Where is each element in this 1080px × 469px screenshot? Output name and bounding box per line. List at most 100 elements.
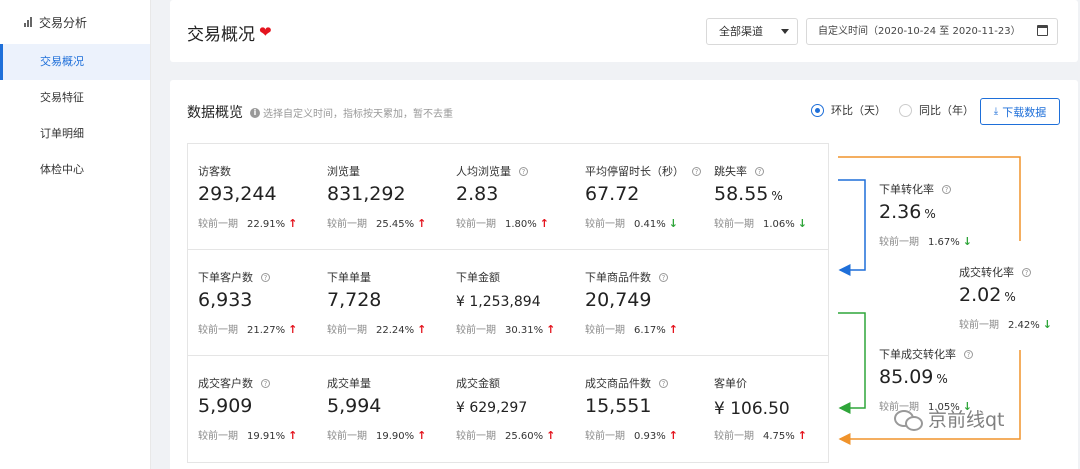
compare-percent: 0.41% <box>634 219 666 230</box>
metric-label-text: 成交商品件数 <box>585 377 651 390</box>
compare-label: 较前一期 <box>456 431 496 442</box>
metric-compare: 较前一期 25.45% ↑ <box>327 215 426 230</box>
flow-line-blue <box>838 179 866 276</box>
compare-label: 较前一期 <box>327 325 367 336</box>
info-icon: i <box>250 107 260 118</box>
metric-label-text: 浏览量 <box>327 165 360 178</box>
metric-label: 成交金额 <box>456 375 500 391</box>
compare-percent: 25.45% <box>376 219 415 230</box>
channel-select[interactable]: 全部渠道 <box>706 18 798 45</box>
trend-up-icon: ↑ <box>288 323 298 336</box>
metric-value: 2.02% <box>959 284 1016 306</box>
help-icon[interactable]: ? <box>1022 267 1031 277</box>
metric-value-text: 5,909 <box>198 395 253 417</box>
compare-label: 较前一期 <box>198 219 238 230</box>
sidebar-item-order-details[interactable]: 订单明细 <box>0 116 150 152</box>
metric-compare: 较前一期 22.24% ↑ <box>327 321 426 336</box>
compare-percent: 25.60% <box>505 431 544 442</box>
metric-value-text: 20,749 <box>585 289 652 311</box>
metric-deal-amount: 成交金额 ¥ 629,297 较前一期 25.60% ↑ <box>456 356 584 462</box>
metric-value-text: 15,551 <box>585 395 652 417</box>
date-range-picker[interactable]: 自定义时间（2020-10-24 至 2020-11-23） <box>806 18 1058 45</box>
metric-pageviews: 浏览量 831,292 较前一期 25.45% ↑ <box>327 144 455 250</box>
radio-dot-checked[interactable] <box>811 103 824 117</box>
trend-up-icon: ↑ <box>417 429 427 442</box>
sidebar-item-trade-features[interactable]: 交易特征 <box>0 80 150 116</box>
help-icon[interactable]: ? <box>659 272 668 282</box>
help-icon[interactable]: ? <box>942 184 951 194</box>
metric-label-text: 下单转化率 <box>879 183 934 196</box>
compare-percent: 2.42% <box>1008 320 1040 331</box>
metric-value-text: 5,994 <box>327 395 382 417</box>
metric-order-count: 下单单量 7,728 较前一期 22.24% ↑ <box>327 250 455 356</box>
metric-label-text: 跳失率 <box>714 165 747 178</box>
metric-value: 5,994 <box>327 395 381 417</box>
help-icon[interactable]: ? <box>519 166 528 176</box>
metric-unit: % <box>936 372 948 386</box>
metric-grid: 访客数 293,244 较前一期 22.91% ↑ 浏览量 831,292 较前一期 25.4… <box>187 143 829 463</box>
help-icon[interactable]: ? <box>261 272 270 282</box>
compare-percent: 19.91% <box>247 431 286 442</box>
metric-label: 浏览量 <box>327 163 360 179</box>
metric-unit: % <box>924 207 936 221</box>
trend-down-icon: ↓ <box>962 235 972 248</box>
compare-percent: 1.67% <box>928 237 960 248</box>
metric-label: 下单商品件数? <box>585 269 668 285</box>
trend-up-icon: ↑ <box>417 217 427 230</box>
metric-deal-count: 成交单量 5,994 较前一期 19.90% ↑ <box>327 356 455 462</box>
compare-label: 较前一期 <box>714 431 754 442</box>
compare-label: 较前一期 <box>456 219 496 230</box>
trend-down-icon: ↓ <box>668 217 678 230</box>
radio-mom[interactable]: 环比（天） <box>811 102 886 118</box>
metric-value: 20,749 <box>585 289 651 311</box>
metric-compare: 较前一期 1.67% ↓ <box>879 233 972 248</box>
metric-unit: % <box>1004 290 1016 304</box>
compare-percent: 4.75% <box>763 431 795 442</box>
compare-label: 较前一期 <box>585 431 625 442</box>
help-icon[interactable]: ? <box>755 166 764 176</box>
metric-row-orders: 下单客户数? 6,933 较前一期 21.27% ↑ 下单单量 7,728 较前一期 22.2… <box>188 250 828 356</box>
metric-compare: 较前一期 1.06% ↓ <box>714 215 807 230</box>
help-icon[interactable]: ? <box>261 378 270 388</box>
compare-percent: 6.17% <box>634 325 666 336</box>
metric-compare: 较前一期 30.31% ↑ <box>456 321 555 336</box>
metric-avg-price: 客单价 ¥ 106.50 较前一期 4.75% ↑ <box>714 356 842 462</box>
metric-label-text: 下单单量 <box>327 271 371 284</box>
help-icon[interactable]: ? <box>692 166 701 176</box>
metric-value-text: 6,933 <box>198 289 253 311</box>
metric-value: 2.36% <box>879 201 936 223</box>
metric-label: 成交商品件数? <box>585 375 668 391</box>
download-button-label: 下载数据 <box>1002 105 1047 119</box>
compare-percent: 22.91% <box>247 219 286 230</box>
metric-label: 下单客户数? <box>198 269 270 285</box>
metric-label: 跳失率? <box>714 163 764 179</box>
metric-value: 831,292 <box>327 183 406 205</box>
compare-label: 较前一期 <box>327 219 367 230</box>
metric-compare: 较前一期 1.80% ↑ <box>456 215 549 230</box>
compare-percent: 1.80% <box>505 219 537 230</box>
sidebar-header-label: 交易分析 <box>39 15 88 30</box>
watermark: 京前线qt <box>894 405 1005 432</box>
metric-value: 58.55% <box>714 183 783 205</box>
radio-yoy[interactable]: 同比（年） <box>899 102 974 118</box>
date-range-value: 自定义时间（2020-10-24 至 2020-11-23） <box>818 26 1021 37</box>
metric-compare: 较前一期 6.17% ↑ <box>585 321 678 336</box>
metric-value: 2.83 <box>456 183 498 205</box>
sidebar-item-trade-overview[interactable]: 交易概况 <box>0 44 150 80</box>
sidebar-header: 交易分析 <box>0 0 150 44</box>
sidebar-item-health-check[interactable]: 体检中心 <box>0 152 150 188</box>
metric-value: 293,244 <box>198 183 277 205</box>
radio-dot-unchecked[interactable] <box>899 103 912 117</box>
compare-label: 较前一期 <box>879 237 919 248</box>
metric-order-items: 下单商品件数? 20,749 较前一期 6.17% ↑ <box>585 250 713 356</box>
wechat-icon <box>894 408 923 431</box>
heart-icon: ❤ <box>259 23 272 41</box>
compare-radio-group: 环比（天） 同比（年） <box>811 102 987 118</box>
help-icon[interactable]: ? <box>659 378 668 388</box>
download-button[interactable]: ⤓ 下载数据 <box>980 98 1060 125</box>
metric-label-text: 客单价 <box>714 377 747 390</box>
trend-up-icon: ↑ <box>668 429 678 442</box>
metric-value-text: ¥ 629,297 <box>456 400 528 416</box>
help-icon[interactable]: ? <box>964 349 973 359</box>
page-title: 交易概况 ❤ <box>187 20 272 46</box>
